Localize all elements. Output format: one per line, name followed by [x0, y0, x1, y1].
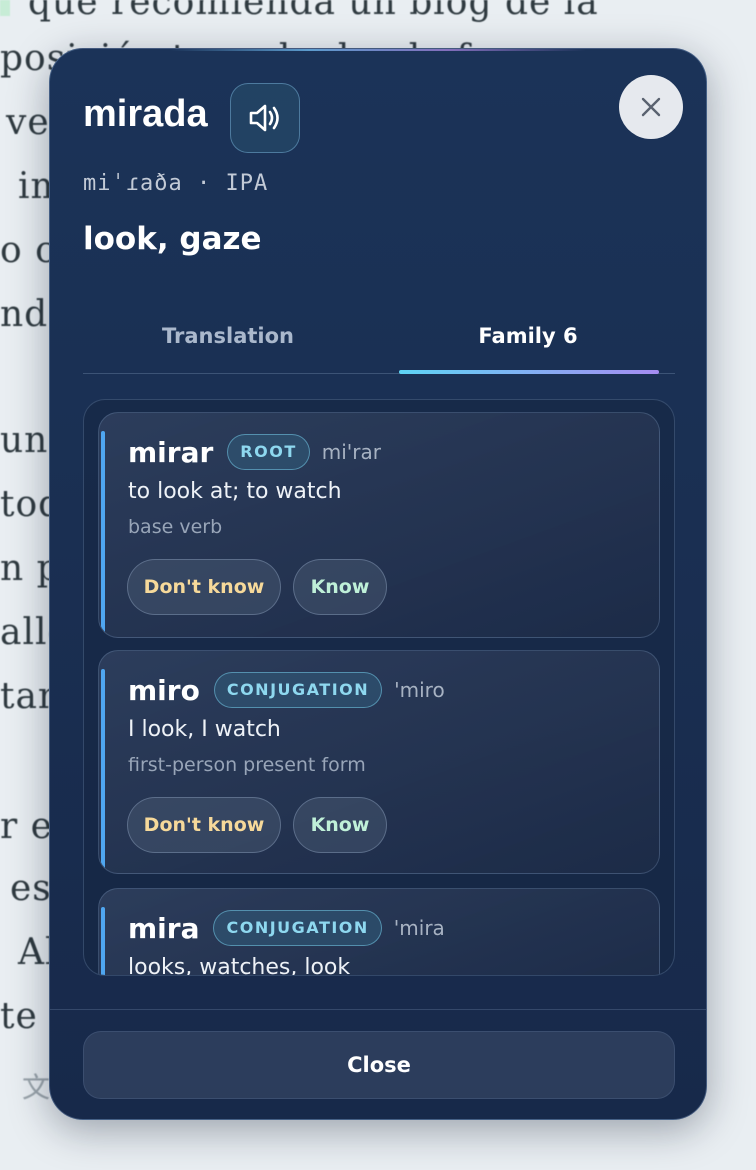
- entry-ipa: 'miro: [394, 678, 445, 702]
- close-dialog-button[interactable]: [619, 75, 683, 139]
- word-gloss: look, gaze: [83, 221, 262, 257]
- entry-header: mirar ROOT mi'rar: [128, 431, 381, 473]
- modal-top-glow: [170, 49, 586, 51]
- entry-ipa: 'mira: [393, 916, 445, 940]
- family-entry: mira CONJUGATION 'mira looks, watches, l…: [98, 888, 660, 976]
- entry-word: mirar: [128, 435, 214, 469]
- background-line: te: [0, 996, 38, 1037]
- dont-know-button[interactable]: Don't know: [127, 559, 281, 615]
- dont-know-button[interactable]: Don't know: [127, 797, 281, 853]
- entry-accent-bar: [101, 431, 105, 635]
- entry-note: first-person present form: [128, 754, 366, 776]
- background-highlight: [0, 0, 10, 16]
- word-details-dialog: mirada miˈɾaða · IPA look, gaze Translat…: [49, 48, 707, 1120]
- entry-type-badge: CONJUGATION: [213, 910, 382, 946]
- tab-bar: Translation Family 6: [83, 299, 675, 374]
- entry-accent-bar: [101, 669, 105, 871]
- family-entry: miro CONJUGATION 'miro I look, I watch f…: [98, 650, 660, 874]
- entry-meaning: looks, watches, look: [128, 955, 351, 976]
- translate-icon[interactable]: 文: [22, 1066, 50, 1106]
- speaker-icon: [249, 104, 279, 132]
- word-title: mirada: [83, 93, 208, 135]
- entry-type-badge: CONJUGATION: [213, 672, 383, 708]
- entry-note: base verb: [128, 516, 223, 538]
- close-icon: [641, 97, 661, 117]
- entry-accent-bar: [101, 907, 105, 975]
- background-line: es: [10, 868, 52, 909]
- know-button[interactable]: Know: [293, 559, 387, 615]
- entry-ipa: mi'rar: [321, 440, 381, 464]
- close-button[interactable]: Close: [83, 1031, 675, 1099]
- entry-actions: Don't know Know: [127, 797, 399, 853]
- tab-family[interactable]: Family 6: [383, 299, 673, 373]
- entry-meaning: I look, I watch: [128, 717, 281, 742]
- family-list[interactable]: mirar ROOT mi'rar to look at; to watch b…: [83, 399, 675, 976]
- active-tab-indicator: [399, 370, 659, 374]
- background-line: qué recomienda un blog de la: [28, 0, 599, 23]
- background-line: r e: [0, 806, 53, 847]
- entry-meaning: to look at; to watch: [128, 479, 342, 504]
- entry-type-badge: ROOT: [227, 434, 310, 470]
- entry-word: miro: [128, 673, 200, 707]
- entry-header: miro CONJUGATION 'miro: [128, 669, 445, 711]
- entry-word: mira: [128, 911, 200, 945]
- footer-divider: [50, 1009, 706, 1010]
- play-audio-button[interactable]: [230, 83, 300, 153]
- tab-translation[interactable]: Translation: [83, 299, 373, 373]
- background-line: o c: [0, 230, 57, 271]
- background-line: ve: [6, 102, 50, 143]
- entry-actions: Don't know Know: [127, 559, 399, 615]
- word-ipa: miˈɾaða · IPA: [83, 171, 269, 196]
- entry-header: mira CONJUGATION 'mira: [128, 907, 445, 949]
- family-entry: mirar ROOT mi'rar to look at; to watch b…: [98, 412, 660, 638]
- know-button[interactable]: Know: [293, 797, 387, 853]
